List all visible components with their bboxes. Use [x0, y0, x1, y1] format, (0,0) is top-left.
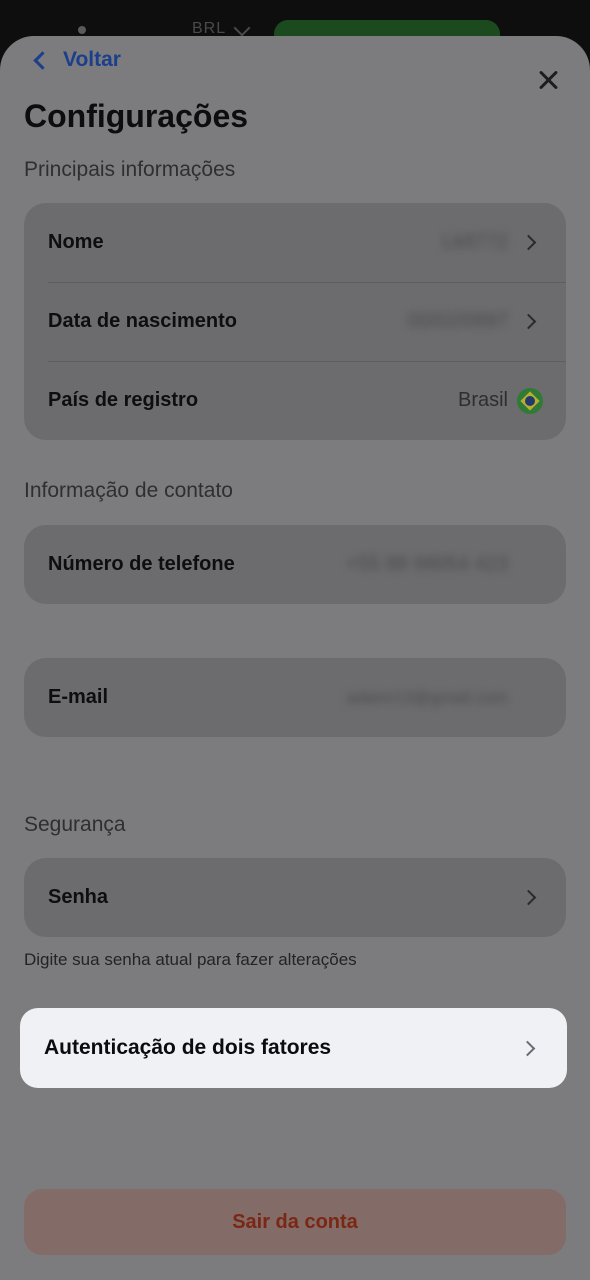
row-name-label: Nome	[48, 231, 104, 253]
two-factor-auth-label: Autenticação de dois fatores	[44, 1036, 332, 1059]
back-button[interactable]: Voltar	[30, 42, 121, 78]
row-country-label: País de registro	[48, 389, 199, 411]
row-name-value: Lk8772	[442, 231, 508, 253]
back-label: Voltar	[63, 48, 121, 71]
row-password[interactable]: Senha	[24, 858, 566, 937]
row-phone-value: +55 88 99054 423	[346, 553, 508, 575]
row-email-label: E-mail	[48, 686, 109, 708]
password-card: Senha	[24, 858, 566, 937]
chevron-right-icon	[520, 889, 537, 906]
row-password-label: Senha	[48, 886, 109, 908]
chevron-down-icon	[233, 19, 251, 37]
row-country: País de registro Brasil	[24, 361, 566, 440]
row-name[interactable]: Nome Lk8772	[24, 203, 566, 282]
row-birthdate-value: 00/02/0997	[407, 310, 508, 332]
password-hint: Digite sua senha atual para fazer altera…	[24, 950, 357, 969]
email-card: E-mail adamr13@gmail.com	[24, 658, 566, 737]
main-info-card: Nome Lk8772 Data de nascimento 00/02/099…	[24, 203, 566, 440]
settings-sheet: Voltar Configurações Principais informaç…	[0, 36, 590, 1280]
row-birthdate-label: Data de nascimento	[48, 310, 237, 332]
page-title: Configurações	[24, 98, 249, 134]
row-email-value: adamr13@gmail.com	[346, 687, 508, 707]
phone-card: Número de telefone +55 88 99054 423	[24, 525, 566, 604]
chevron-left-icon	[33, 50, 52, 70]
section-label-main-info: Principais informações	[24, 158, 236, 181]
row-country-value: Brasil	[457, 389, 508, 411]
two-factor-auth-button[interactable]: Autenticação de dois fatores	[20, 1008, 567, 1088]
status-dot-icon	[78, 26, 86, 34]
section-label-security: Segurança	[24, 813, 126, 836]
row-phone[interactable]: Número de telefone +55 88 99054 423	[24, 525, 566, 604]
chevron-right-icon	[520, 234, 537, 251]
brazil-flag-icon	[517, 387, 543, 414]
row-phone-label: Número de telefone	[48, 553, 235, 575]
row-birthdate[interactable]: Data de nascimento 00/02/0997	[24, 282, 566, 361]
close-icon[interactable]	[532, 64, 564, 96]
logout-button[interactable]: Sair da conta	[24, 1189, 566, 1255]
chevron-right-icon	[519, 1040, 536, 1056]
chevron-right-icon	[520, 313, 537, 330]
row-email[interactable]: E-mail adamr13@gmail.com	[24, 658, 566, 737]
section-label-contact: Informação de contato	[24, 479, 233, 502]
